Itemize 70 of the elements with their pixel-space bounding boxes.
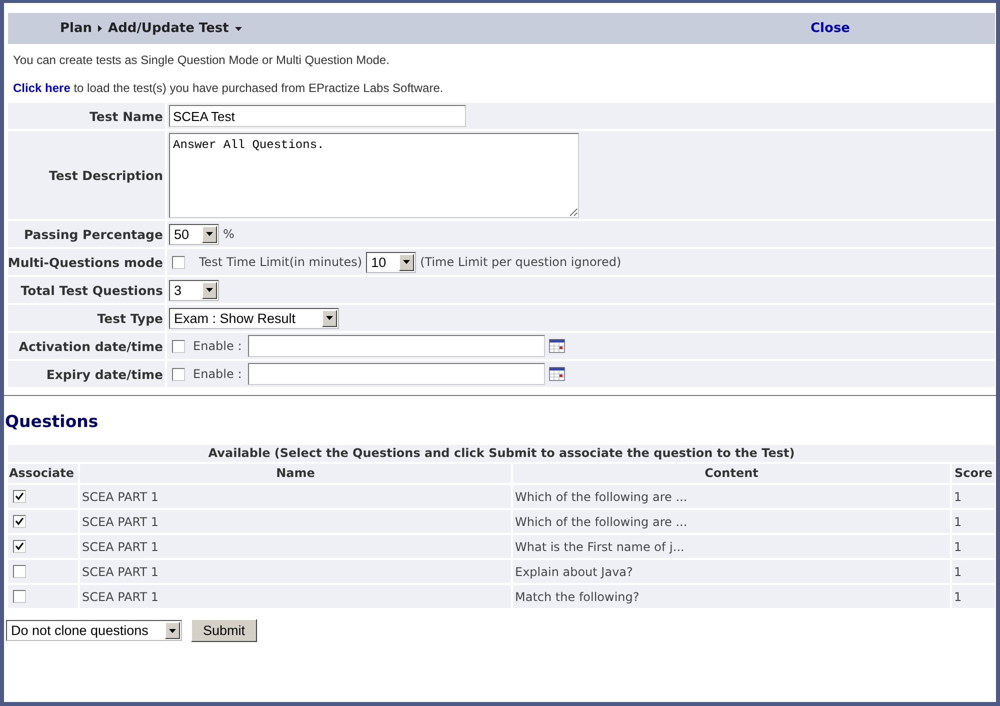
intro-text: You can create tests as Single Question Mode or Multi Question Mode. xyxy=(13,53,390,67)
checkbox[interactable] xyxy=(172,256,185,268)
checkbox[interactable] xyxy=(13,515,26,528)
table-cell: 1 xyxy=(952,560,995,583)
text-field[interactable]: SCEA Test xyxy=(169,105,466,127)
breadcrumb-link[interactable]: Plan xyxy=(60,21,92,36)
checkbox[interactable] xyxy=(13,590,26,603)
column-header: Content xyxy=(513,464,950,483)
table-cell: SCEA PART 1 xyxy=(80,535,511,558)
check-icon xyxy=(15,542,24,551)
table-cell: Match the following? xyxy=(513,585,950,608)
calendar-icon xyxy=(548,367,565,381)
field-label: Expiry date/time xyxy=(8,361,165,387)
dropdown[interactable]: 10 xyxy=(366,252,416,272)
unit-text: % xyxy=(223,227,234,241)
caret-right-icon xyxy=(98,25,102,32)
field-label: Test Description xyxy=(8,131,165,219)
table-cell: SCEA PART 1 xyxy=(80,585,511,608)
table-cell: SCEA PART 1 xyxy=(80,485,511,508)
table-cell: 1 xyxy=(952,485,995,508)
date-field[interactable] xyxy=(248,335,545,357)
field-label: Test Name xyxy=(8,103,165,129)
checkbox[interactable] xyxy=(13,490,26,503)
page-title: Add/Update Test xyxy=(108,21,229,36)
checkbox[interactable] xyxy=(172,340,185,352)
field-label: Total Test Questions xyxy=(8,277,165,303)
time-limit-label: Test Time Limit(in minutes) xyxy=(199,255,362,269)
close-link[interactable]: Close xyxy=(810,21,850,36)
checkbox[interactable] xyxy=(13,540,26,553)
description-field[interactable]: Answer All Questions. xyxy=(169,132,579,218)
date-field[interactable] xyxy=(248,363,545,385)
checkbox[interactable] xyxy=(13,565,26,578)
caret-down-icon xyxy=(234,26,242,30)
check-icon xyxy=(15,492,24,501)
click-here-link[interactable]: Click here xyxy=(13,81,70,95)
column-header: Score xyxy=(952,464,995,483)
dropdown[interactable]: Exam : Show Result xyxy=(169,308,339,328)
field-label: Test Type xyxy=(8,305,165,331)
checkbox[interactable] xyxy=(172,368,185,380)
check-icon xyxy=(15,517,24,526)
load-notice: Click here to load the test(s) you have purchased from EPractize Labs Software. xyxy=(13,81,444,95)
enable-label: Enable : xyxy=(193,339,242,353)
table-cell: Explain about Java? xyxy=(513,560,950,583)
table-cell: Which of the following are ... xyxy=(513,485,950,508)
caret-down-icon xyxy=(326,316,333,320)
table-cell: SCEA PART 1 xyxy=(80,510,511,533)
calendar-icon xyxy=(548,339,565,353)
table-cell: SCEA PART 1 xyxy=(80,560,511,583)
submit-button[interactable]: Submit xyxy=(191,619,258,642)
table-cell: What is the First name of j... xyxy=(513,535,950,558)
caret-down-icon xyxy=(206,288,213,292)
section-heading: Questions xyxy=(5,412,100,431)
note-text: (Time Limit per question ignored) xyxy=(420,255,622,269)
enable-label: Enable : xyxy=(193,367,242,381)
clone-dropdown[interactable]: Do not clone questions xyxy=(6,620,182,641)
column-header: Associate xyxy=(8,464,78,483)
caret-down-icon xyxy=(169,628,176,632)
dropdown[interactable]: 50 xyxy=(169,224,219,244)
caret-down-icon xyxy=(206,232,213,236)
table-cell: 1 xyxy=(952,585,995,608)
table-cell: Which of the following are ... xyxy=(513,510,950,533)
caret-down-icon xyxy=(403,260,410,264)
table-cell: 1 xyxy=(952,535,995,558)
field-label: Passing Percentage xyxy=(8,221,165,247)
field-label: Activation date/time xyxy=(8,333,165,359)
column-header: Name xyxy=(80,464,511,483)
field-label: Multi-Questions mode xyxy=(8,249,165,275)
dropdown[interactable]: 3 xyxy=(169,280,219,300)
table-cell: 1 xyxy=(952,510,995,533)
table-caption: Available (Select the Questions and click Submit to associate the question to the Test) xyxy=(8,445,995,462)
